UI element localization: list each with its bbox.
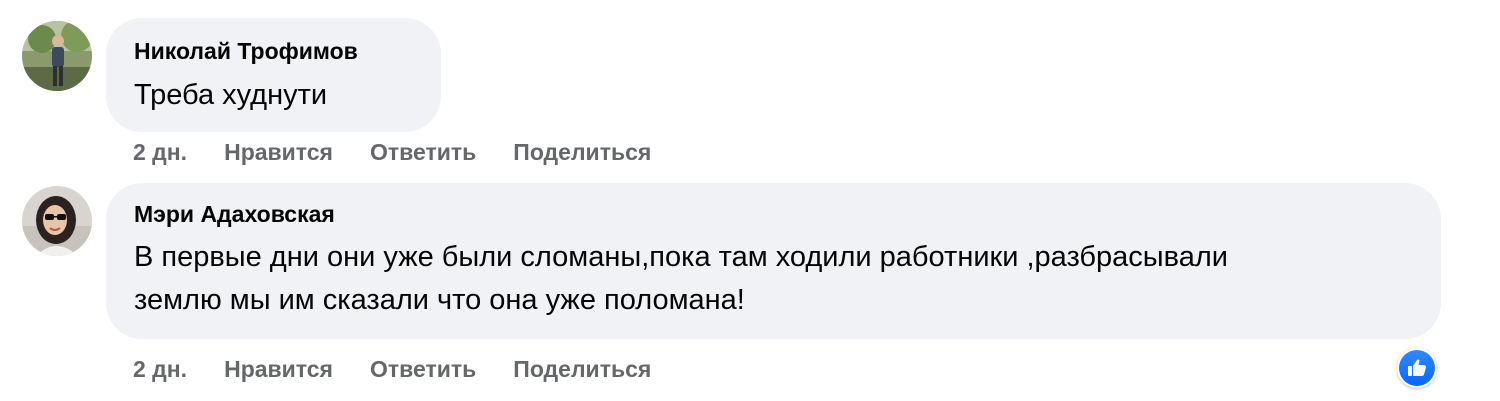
like-button[interactable]: Нравится [224,139,333,166]
share-button[interactable]: Поделиться [513,139,651,166]
like-reaction [1399,350,1435,386]
comment-text-line: Треба худнути [134,79,328,111]
reply-button[interactable]: Ответить [370,356,476,383]
user-avatar[interactable] [22,21,92,91]
previous-comment-actions-cutoff: ‾ ‾‾ ‾‾‾‾‾‾‾ ‾‾‾‾‾ ‾‾‾‾‾‾‾‾‾ ‾‾ [120,0,640,2]
comment-actions: 2 дн. Нравится Ответить Поделиться [133,354,688,384]
comment-text: В первые дни они уже были сломаны,пока т… [134,236,1228,322]
reply-button[interactable]: Ответить [370,139,476,166]
comment-timestamp[interactable]: 2 дн. [133,139,187,166]
thumbs-up-icon [1408,359,1426,376]
comment-author[interactable]: Николай Трофимов [134,38,358,65]
avatar-photo-icon [22,21,92,91]
comments-thread: ‾ ‾‾ ‾‾‾‾‾‾‾ ‾‾‾‾‾ ‾‾‾‾‾‾‾‾‾ ‾‾ Николай … [0,0,1500,401]
comment-bubble: Николай Трофимов Треба худнути [106,18,441,132]
user-avatar[interactable] [22,186,92,256]
reaction-badge[interactable] [1397,348,1437,388]
comment-text: Треба худнути [134,74,327,117]
comment-timestamp[interactable]: 2 дн. [133,356,187,383]
share-button[interactable]: Поделиться [513,356,651,383]
comment-text-line: В первые дни они уже были сломаны,пока т… [134,241,1228,273]
comment-text-line: землю мы им сказали что она уже поломана… [134,284,745,316]
avatar-photo-icon [22,186,92,256]
like-button[interactable]: Нравится [224,356,333,383]
comment-bubble: Мэри Адаховская В первые дни они уже был… [106,183,1441,339]
comment-actions: 2 дн. Нравится Ответить Поделиться [133,137,688,167]
comment-author[interactable]: Мэри Адаховская [134,201,335,228]
